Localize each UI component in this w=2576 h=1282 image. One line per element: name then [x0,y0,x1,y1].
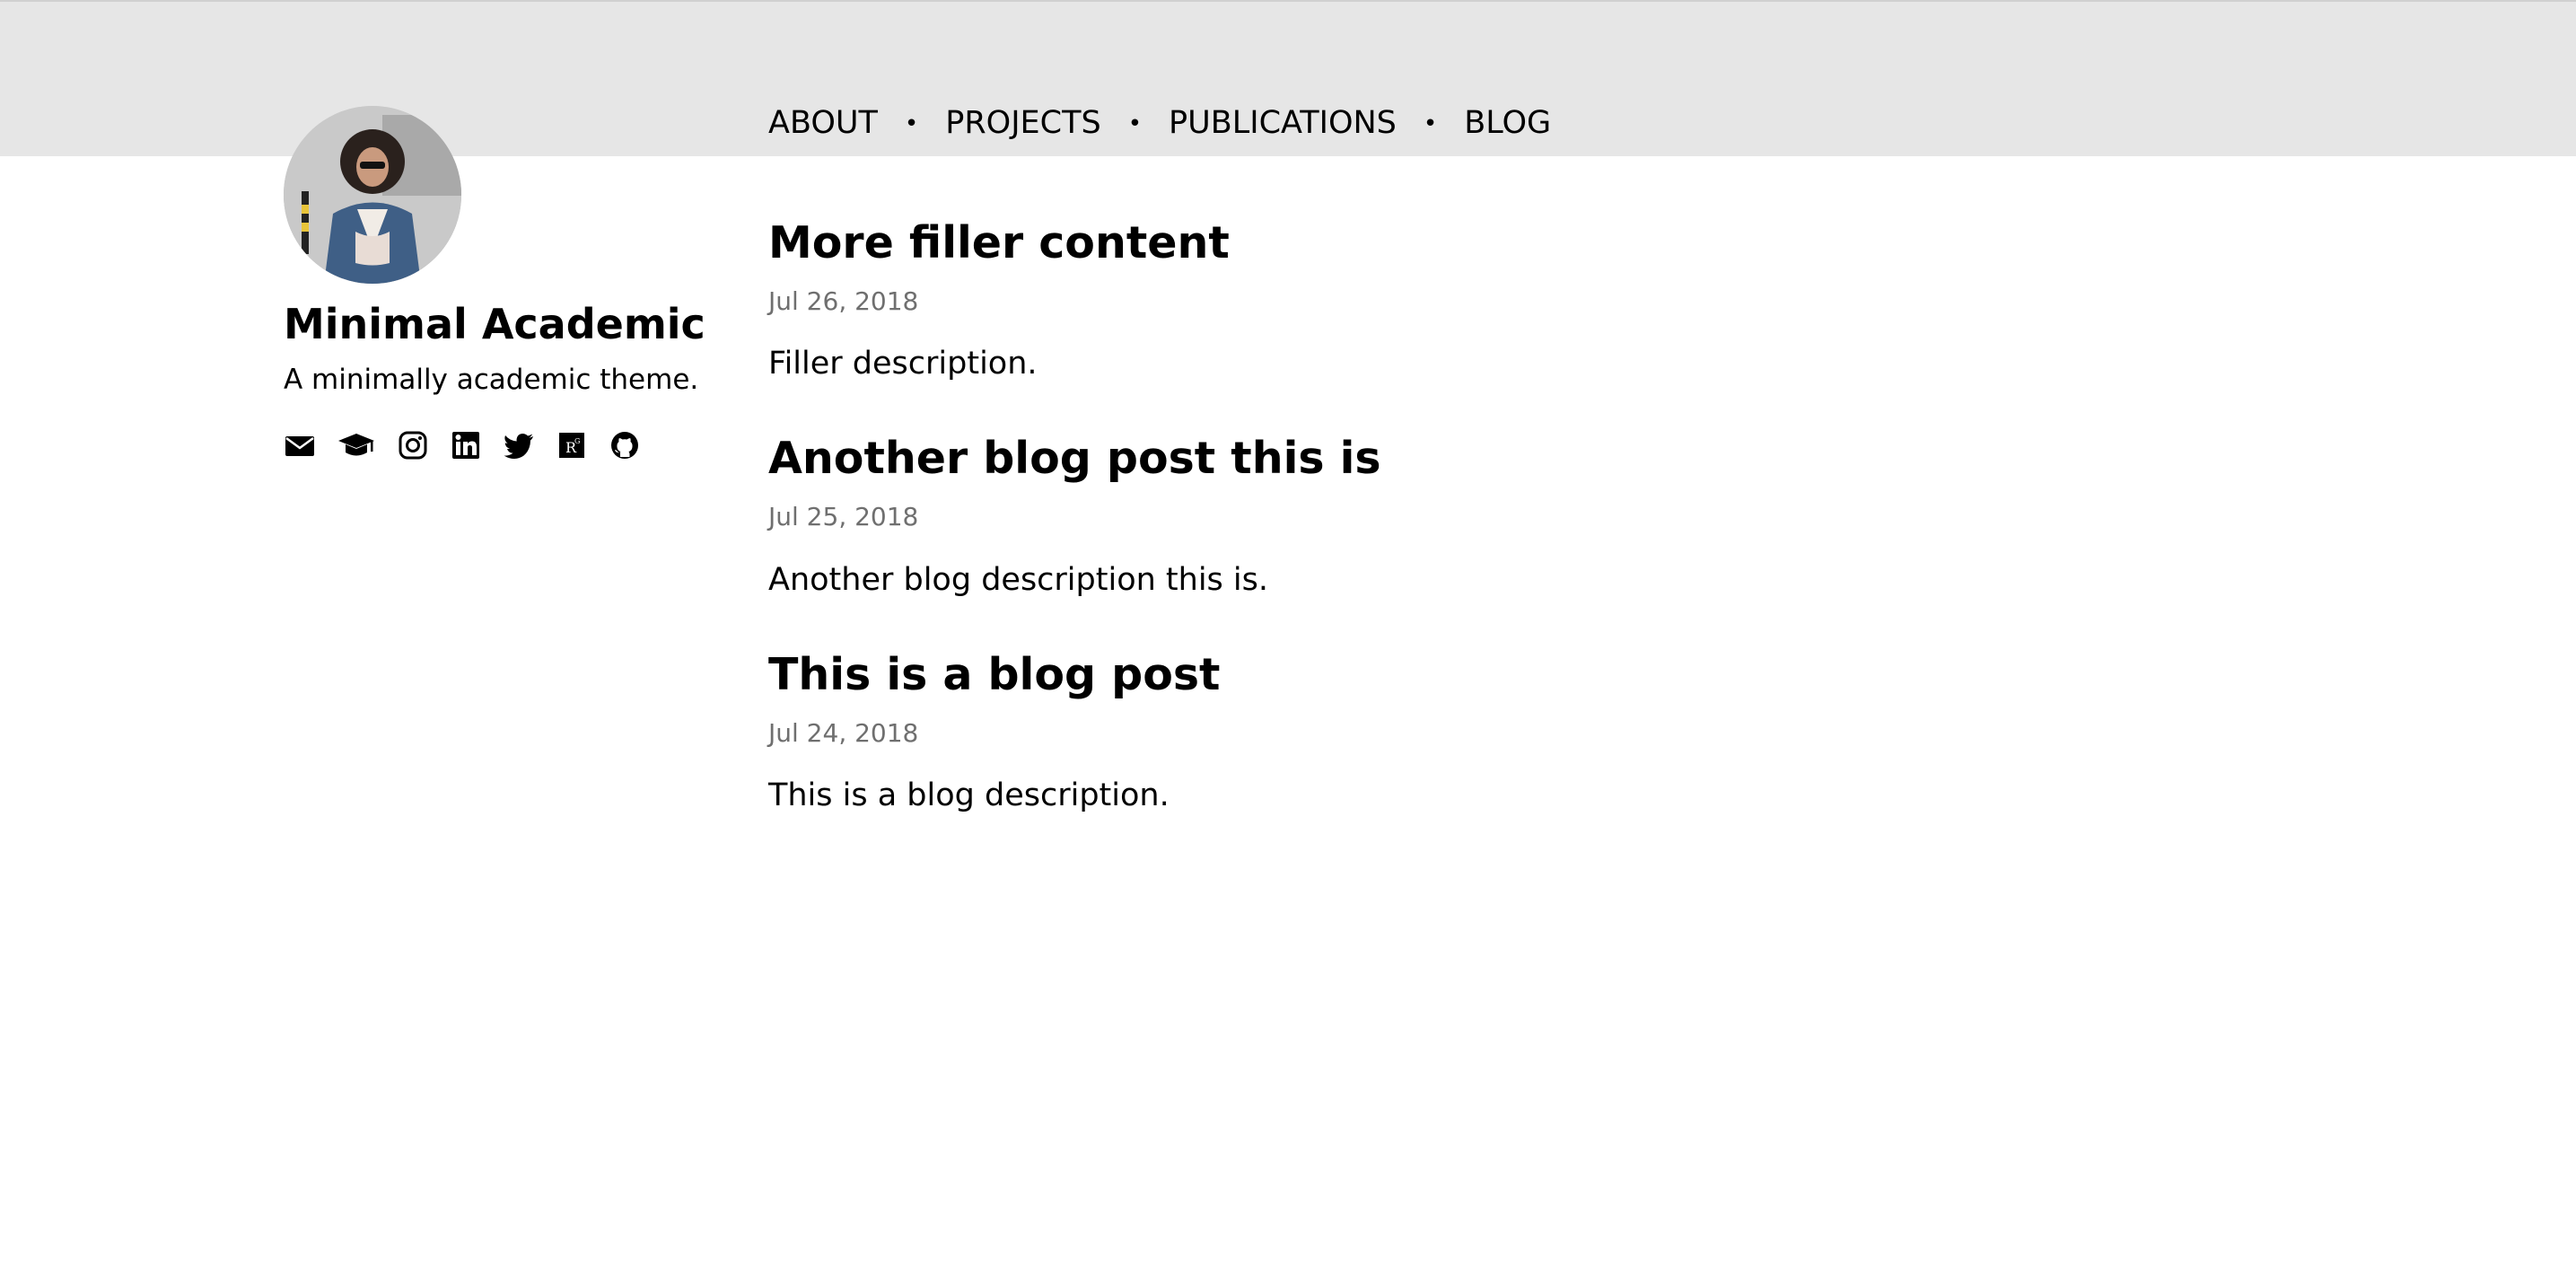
linkedin-icon[interactable] [450,429,482,461]
post-title-link[interactable]: More filler content [768,217,1230,268]
nav-separator: • [1127,110,1143,137]
post-description: Another blog description this is. [768,561,1268,598]
sidebar: Minimal Academic A minimally academic th… [284,106,750,461]
twitter-icon[interactable] [503,429,535,461]
researchgate-icon[interactable]: RG [556,429,588,461]
post-title-link[interactable]: Another blog post this is [768,433,1381,484]
post-description: This is a blog description. [768,777,1170,814]
post-list: More filler content Jul 26, 2018 Filler … [768,217,2115,865]
page: Minimal Academic A minimally academic th… [0,0,2576,1282]
post-description: Filler description. [768,346,1038,382]
instagram-icon[interactable] [397,429,429,461]
post-date: Jul 24, 2018 [768,717,919,748]
post-date: Jul 25, 2018 [768,502,919,532]
site-description: A minimally academic theme. [284,364,699,397]
svg-text:G: G [574,437,580,445]
nav-blog[interactable]: BLOG [1464,108,1551,139]
post-title-link[interactable]: This is a blog post [768,649,1220,700]
nav-projects[interactable]: PROJECTS [945,108,1100,139]
nav-separator: • [1423,110,1438,137]
post-item: Another blog post this is Jul 25, 2018 A… [768,433,2115,598]
avatar[interactable] [284,106,461,284]
post-date: Jul 26, 2018 [768,285,919,316]
nav-separator: • [904,110,919,137]
nav-about[interactable]: ABOUT [768,108,878,139]
social-links: RG [284,429,750,461]
graduation-cap-icon[interactable] [337,429,376,461]
avatar-photo [284,106,461,284]
github-icon[interactable] [609,429,641,461]
post-item: More filler content Jul 26, 2018 Filler … [768,217,2115,382]
main-nav: ABOUT • PROJECTS • PUBLICATIONS • BLOG [768,108,1551,139]
site-title[interactable]: Minimal Academic [284,300,750,349]
email-icon[interactable] [284,429,316,461]
post-item: This is a blog post Jul 24, 2018 This is… [768,649,2115,814]
nav-publications[interactable]: PUBLICATIONS [1169,108,1397,139]
